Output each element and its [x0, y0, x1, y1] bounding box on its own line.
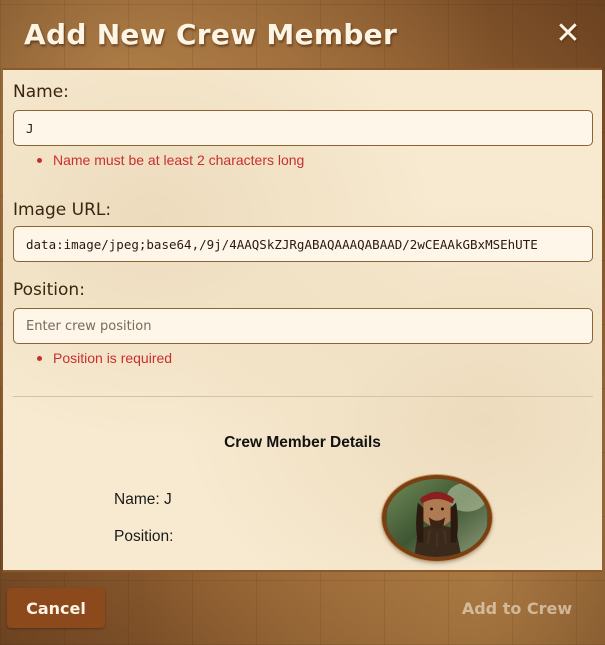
detail-position: Position: [114, 528, 174, 545]
image-url-input[interactable]: data:image/jpeg;base64,/9j/4AAQSkZJRgABA… [13, 226, 593, 262]
section-divider [13, 396, 593, 397]
modal-header: Add New Crew Member ✕ [0, 0, 605, 68]
name-error-text: Name must be at least 2 characters long [53, 152, 305, 168]
add-to-crew-button[interactable]: Add to Crew [452, 588, 582, 628]
position-label: Position: [13, 280, 85, 300]
cancel-button[interactable]: Cancel [7, 588, 105, 628]
crew-portrait-icon [387, 479, 487, 557]
name-input[interactable]: J [13, 110, 593, 146]
position-error: Position is required [37, 350, 172, 366]
modal-footer: Cancel Add to Crew [0, 572, 605, 645]
error-bullet-icon [37, 355, 42, 361]
close-icon[interactable]: ✕ [553, 19, 583, 49]
detail-name: Name: J [114, 491, 172, 508]
error-bullet-icon [37, 157, 42, 163]
position-input[interactable]: Enter crew position [13, 308, 593, 344]
modal-title: Add New Crew Member [24, 17, 398, 51]
modal-body: Name: J Name must be at least 2 characte… [3, 68, 602, 572]
details-title: Crew Member Details [224, 434, 381, 451]
crew-avatar [382, 475, 492, 561]
image-url-label: Image URL: [13, 200, 112, 220]
name-label: Name: [13, 82, 69, 102]
name-error: Name must be at least 2 characters long [37, 152, 304, 168]
position-error-text: Position is required [53, 350, 173, 366]
